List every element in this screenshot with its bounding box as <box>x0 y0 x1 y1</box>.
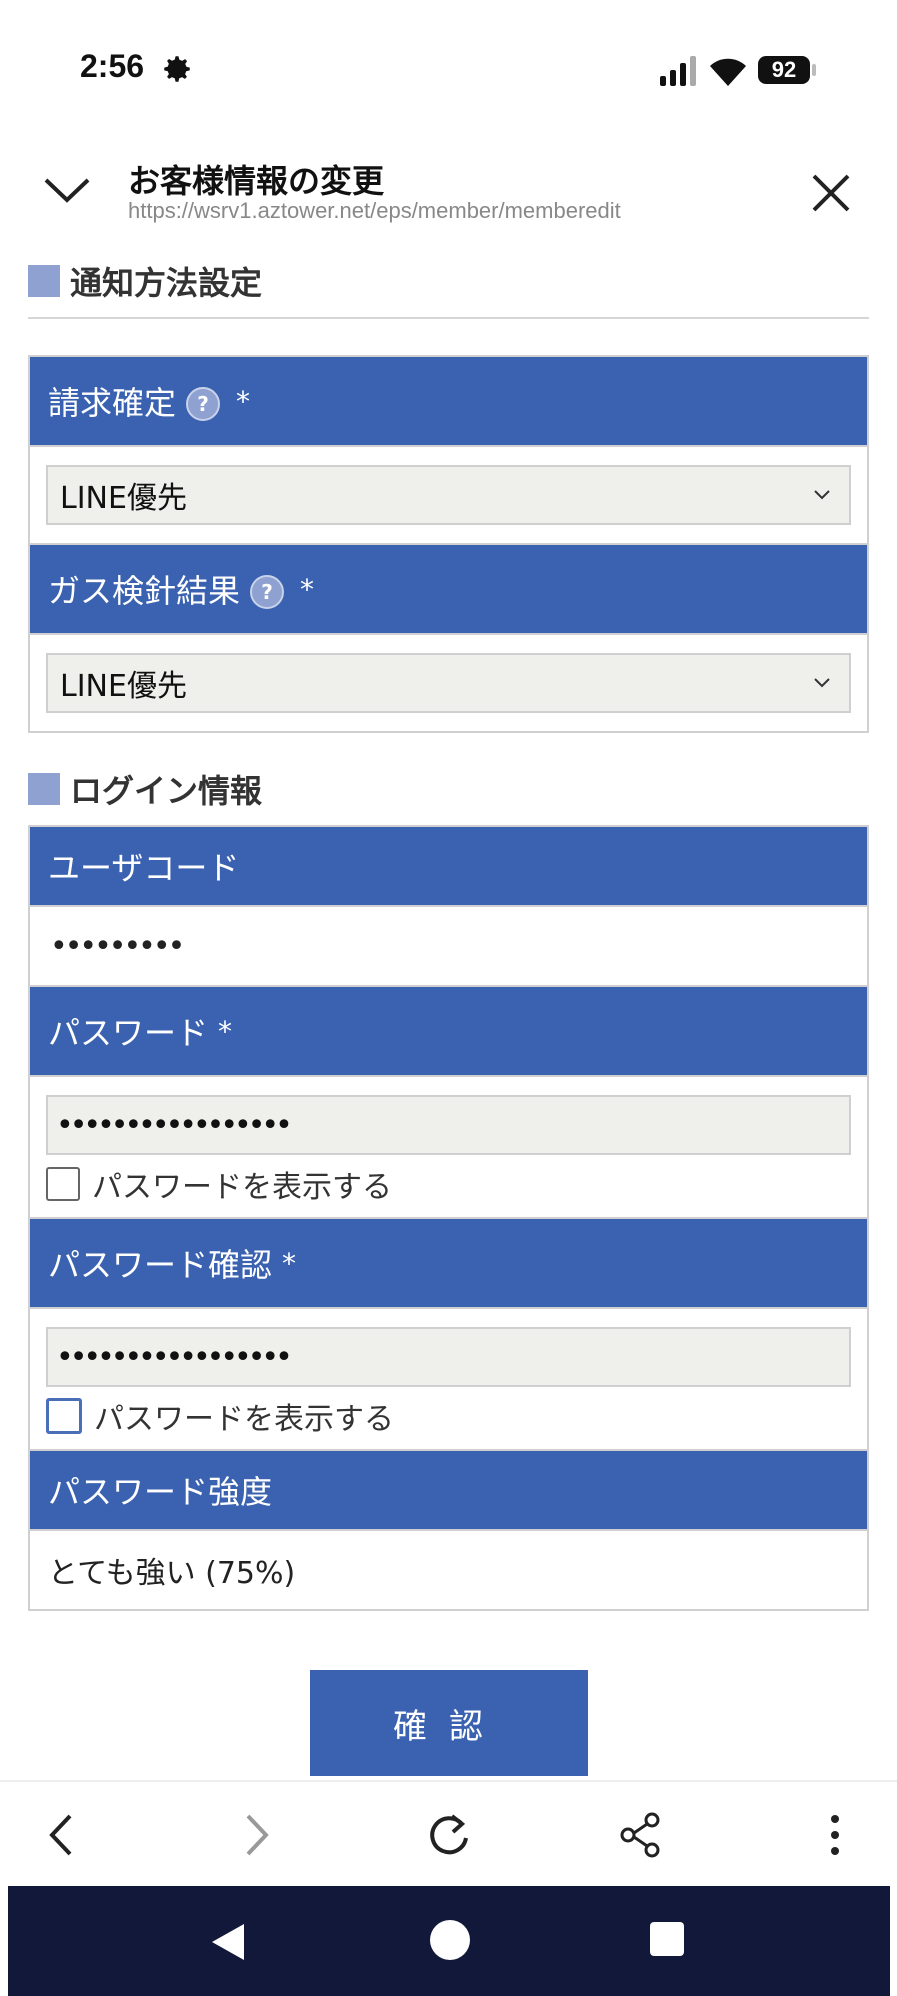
field-label-gas: ガス検針結果 ? * <box>30 545 867 635</box>
wifi-icon <box>710 58 746 86</box>
help-icon[interactable]: ? <box>186 387 221 421</box>
page-header: お客様情報の変更 https://wsrv1.aztower.net/eps/m… <box>0 140 897 240</box>
status-bar: 2:56 92 <box>0 0 897 130</box>
show-password-checkbox[interactable] <box>46 1167 80 1201</box>
required-mark: * <box>236 384 251 418</box>
field-label-user-code: ユーザコード <box>30 827 867 907</box>
section-marker <box>28 773 60 805</box>
section-title: ログイン情報 <box>70 772 263 810</box>
show-password-confirm-option[interactable]: パスワードを表示する <box>46 1391 851 1441</box>
back-icon[interactable] <box>36 1808 90 1862</box>
required-mark: * <box>218 1014 233 1048</box>
label-text: パスワード確認 <box>48 1246 273 1284</box>
required-mark: * <box>282 1246 297 1280</box>
field-label-password-confirm: パスワード確認 * <box>30 1219 867 1309</box>
page-title: お客様情報の変更 <box>128 162 385 200</box>
show-password-confirm-checkbox[interactable] <box>46 1398 82 1434</box>
select-value: LINE優先 <box>60 669 187 704</box>
nav-back-icon[interactable] <box>208 1920 248 1964</box>
chevron-down-icon <box>814 490 830 500</box>
gas-select[interactable]: LINE優先 <box>46 653 851 713</box>
checkbox-label: パスワードを表示する <box>94 1402 394 1437</box>
forward-icon[interactable] <box>228 1808 282 1862</box>
reload-icon[interactable] <box>422 1808 476 1862</box>
divider <box>28 317 869 319</box>
page-url: https://wsrv1.aztower.net/eps/member/mem… <box>128 198 621 223</box>
billing-select[interactable]: LINE優先 <box>46 465 851 525</box>
required-mark: * <box>300 572 315 606</box>
label-text: ガス検針結果 <box>48 572 241 610</box>
browser-toolbar <box>0 1780 897 1888</box>
nav-home-icon[interactable] <box>430 1920 470 1960</box>
password-confirm-input[interactable]: ••••••••••••••••• <box>46 1327 851 1387</box>
field-label-billing: 請求確定 ? * <box>30 357 867 447</box>
user-code-value: ••••••••• <box>30 907 867 987</box>
password-strength-value: とても強い (75%) <box>30 1531 867 1611</box>
label-text: パスワード <box>48 1014 209 1052</box>
battery-icon: 92 <box>758 56 816 84</box>
field-value-billing: LINE優先 <box>30 447 867 545</box>
gear-icon <box>164 56 190 82</box>
chevron-down-icon <box>814 678 830 688</box>
more-options-icon[interactable] <box>808 1808 862 1862</box>
signal-icon <box>660 56 696 86</box>
section-title: 通知方法設定 <box>70 264 263 302</box>
status-time: 2:56 <box>80 48 145 84</box>
field-value-password: ••••••••••••••••• パスワードを表示する <box>30 1077 867 1219</box>
battery-level: 92 <box>758 56 810 84</box>
section-marker <box>28 265 60 297</box>
label-text: ユーザコード <box>48 849 240 887</box>
checkbox-label: パスワードを表示する <box>92 1170 392 1205</box>
close-icon[interactable] <box>806 168 856 218</box>
login-table: ユーザコード ••••••••• パスワード * •••••••••••••••… <box>28 825 869 1611</box>
field-label-strength: パスワード強度 <box>30 1451 867 1531</box>
help-icon[interactable]: ? <box>250 575 285 609</box>
share-icon[interactable] <box>614 1808 668 1862</box>
field-value-gas: LINE優先 <box>30 635 867 733</box>
label-text: パスワード強度 <box>48 1473 273 1511</box>
nav-recent-icon[interactable] <box>650 1922 684 1956</box>
form-content: 通知方法設定 請求確定 ? * LINE優先 ガス検針結果 ? * LINE優先 <box>28 245 869 1611</box>
select-value: LINE優先 <box>60 481 187 516</box>
notification-table: 請求確定 ? * LINE優先 ガス検針結果 ? * LINE優先 <box>28 355 869 733</box>
field-label-password: パスワード * <box>30 987 867 1077</box>
section-heading-login: ログイン情報 <box>28 753 869 825</box>
show-password-option[interactable]: パスワードを表示する <box>46 1159 851 1209</box>
chevron-down-icon[interactable] <box>42 170 92 210</box>
system-nav-bar <box>8 1886 890 1996</box>
label-text: 請求確定 <box>48 384 177 422</box>
password-input[interactable]: ••••••••••••••••• <box>46 1095 851 1155</box>
confirm-button[interactable]: 確認 <box>310 1670 588 1776</box>
field-value-password-confirm: ••••••••••••••••• パスワードを表示する <box>30 1309 867 1451</box>
section-heading-notification: 通知方法設定 <box>28 245 869 317</box>
